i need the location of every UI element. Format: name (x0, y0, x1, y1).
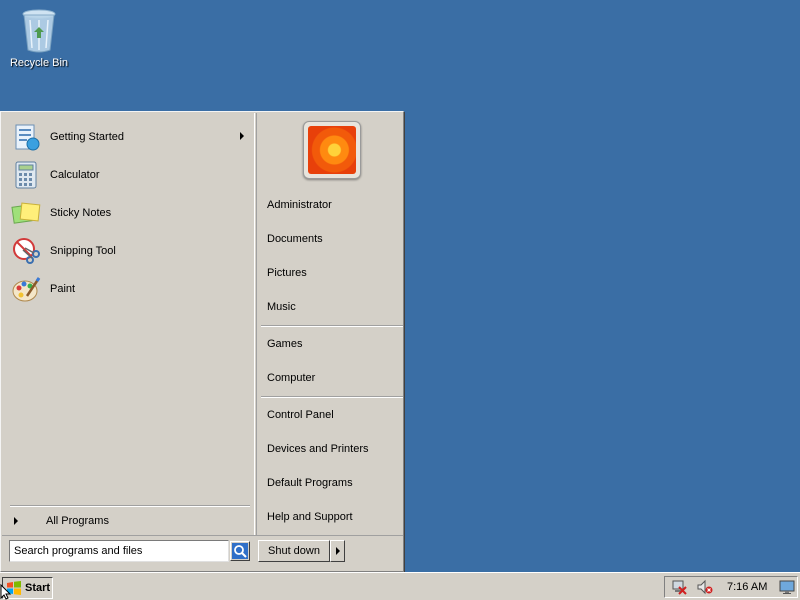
program-label: Paint (50, 283, 76, 295)
places-separator (261, 325, 403, 327)
start-menu-programs-pane: Getting Started Calculator Sticky Notes … (2, 113, 255, 535)
start-menu-bottom-bar: Shut down (2, 535, 403, 571)
flower-avatar-icon (308, 126, 356, 174)
menu-item-computer[interactable]: Computer (267, 368, 401, 388)
all-programs-button[interactable]: All Programs (10, 511, 250, 531)
search-button[interactable] (230, 541, 250, 561)
chevron-right-icon (335, 547, 340, 555)
calculator-icon (10, 159, 42, 191)
menu-item-control-panel[interactable]: Control Panel (267, 405, 401, 425)
menu-item-pictures[interactable]: Pictures (267, 263, 401, 283)
menu-item-documents[interactable]: Documents (267, 229, 401, 249)
shutdown-options-button[interactable] (330, 540, 345, 562)
program-snipping-tool[interactable]: Snipping Tool (10, 234, 248, 268)
start-menu-places-pane: Administrator Documents Pictures Music G… (256, 113, 403, 535)
search-icon (232, 543, 248, 559)
start-menu: Getting Started Calculator Sticky Notes … (0, 111, 404, 572)
program-getting-started[interactable]: Getting Started (10, 120, 248, 154)
show-desktop-icon[interactable] (779, 579, 795, 595)
start-label: Start (25, 582, 51, 594)
menu-item-administrator[interactable]: Administrator (267, 195, 401, 215)
system-tray: 7:16 AM (664, 576, 798, 598)
network-disconnected-icon[interactable] (671, 579, 687, 595)
mouse-cursor-icon (0, 584, 12, 600)
program-label: Snipping Tool (50, 245, 116, 257)
menu-item-devices-and-printers[interactable]: Devices and Printers (267, 439, 401, 459)
sticky-notes-icon (10, 197, 42, 229)
user-avatar[interactable] (303, 121, 361, 179)
search-input[interactable] (9, 540, 229, 562)
program-sticky-notes[interactable]: Sticky Notes (10, 196, 248, 230)
menu-item-default-programs[interactable]: Default Programs (267, 473, 401, 493)
menu-item-music[interactable]: Music (267, 297, 401, 317)
snipping-tool-icon (10, 235, 42, 267)
program-calculator[interactable]: Calculator (10, 158, 248, 192)
shutdown-button[interactable]: Shut down (258, 540, 330, 562)
program-label: Calculator (50, 169, 100, 181)
program-label: Sticky Notes (50, 207, 112, 219)
taskbar: Start 7:16 AM (0, 572, 800, 600)
desktop-icon-label: Recycle Bin (9, 57, 69, 69)
program-label: Getting Started (50, 131, 124, 143)
all-programs-label: All Programs (46, 515, 109, 527)
all-programs-arrow-icon (14, 517, 18, 525)
submenu-arrow-icon[interactable] (240, 132, 244, 140)
menu-item-games[interactable]: Games (267, 334, 401, 354)
programs-separator (10, 505, 250, 507)
volume-muted-icon[interactable] (697, 579, 713, 595)
menu-item-help-and-support[interactable]: Help and Support (267, 507, 401, 527)
recycle-bin-icon (22, 9, 56, 53)
desktop-icon-recycle-bin[interactable]: Recycle Bin (6, 6, 72, 69)
clock[interactable]: 7:16 AM (727, 581, 767, 593)
program-paint[interactable]: Paint (10, 272, 248, 306)
paint-icon (10, 273, 42, 305)
getting-started-icon (10, 121, 42, 153)
places-separator (261, 396, 403, 398)
